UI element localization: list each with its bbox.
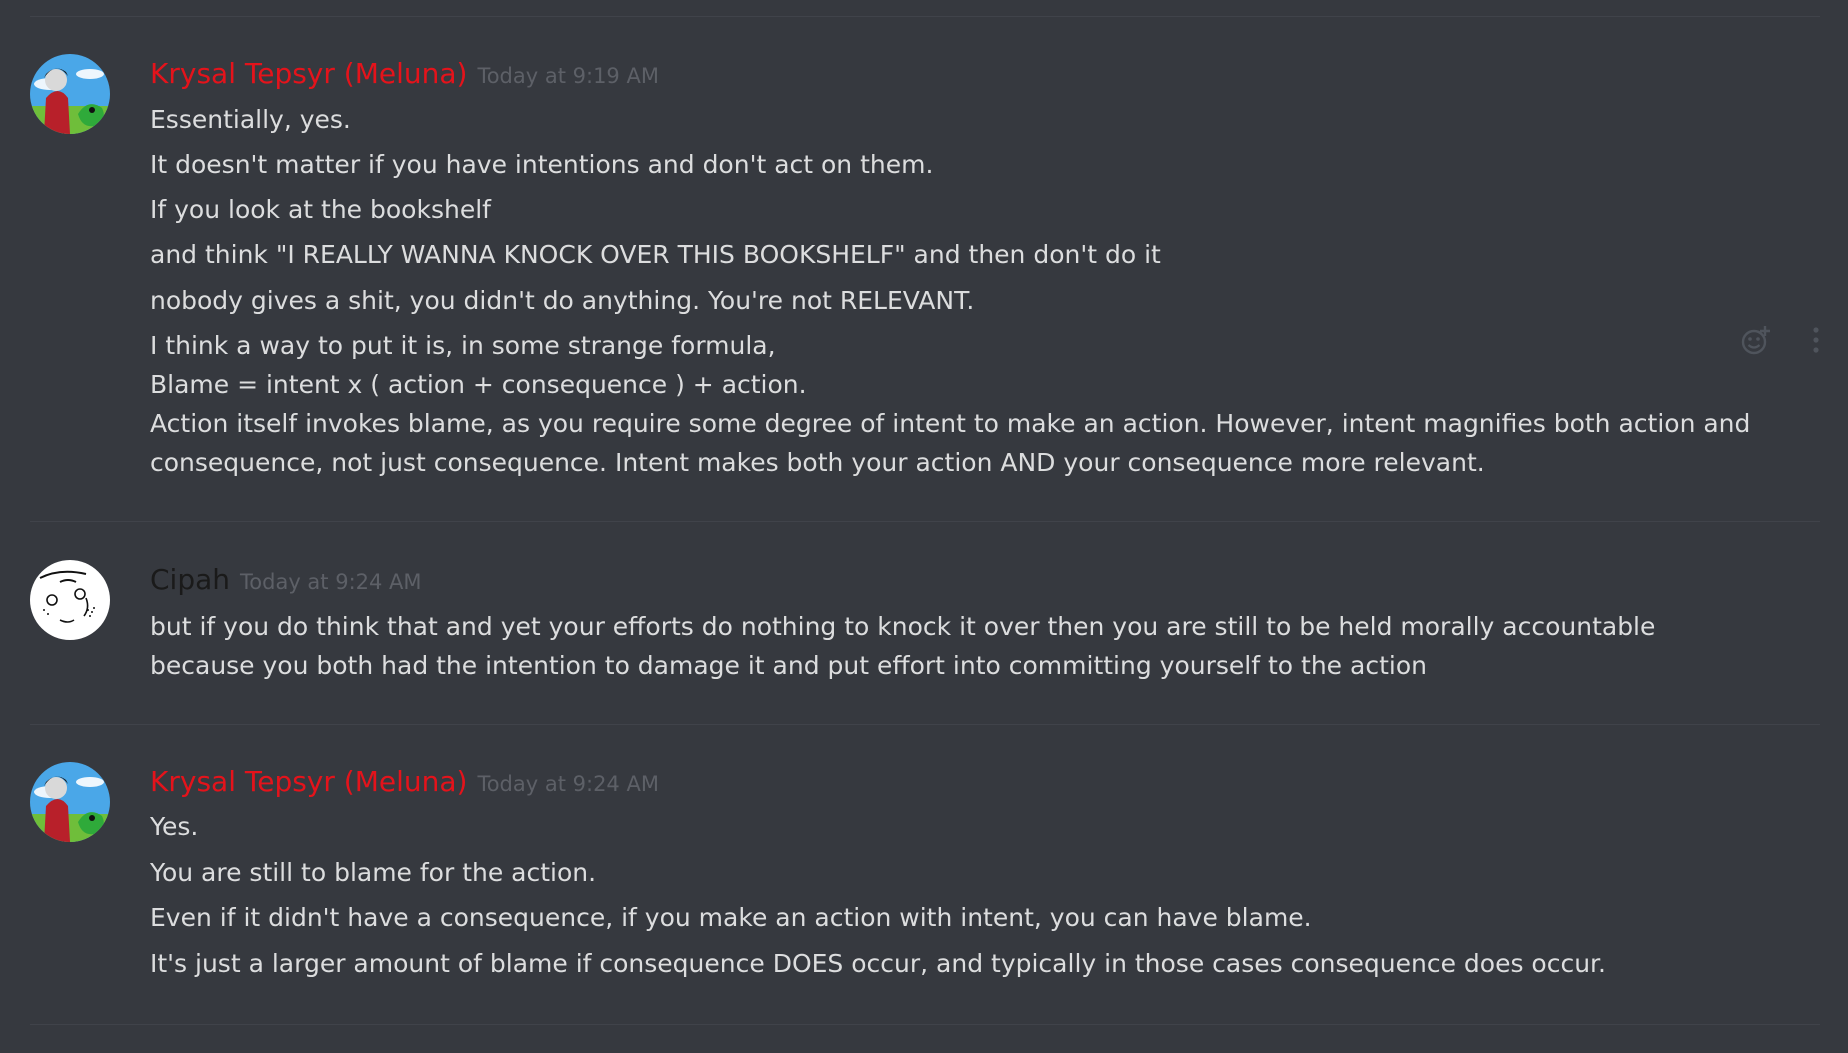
cipah-avatar-image <box>30 560 110 640</box>
meluna-avatar-image <box>30 762 110 842</box>
avatar-cipah[interactable] <box>30 560 110 640</box>
message-line: Essentially, yes. <box>150 105 351 134</box>
username[interactable]: Krysal Tepsyr (Meluna) <box>150 764 467 800</box>
chat-messages: Krysal Tepsyr (Meluna) Today at 9:19 AM … <box>0 0 1848 1053</box>
message-hover-actions <box>1738 322 1848 362</box>
avatar-meluna[interactable] <box>30 762 110 842</box>
timestamp[interactable]: Today at 9:24 AM <box>240 570 422 594</box>
username[interactable]: Krysal Tepsyr (Meluna) <box>150 56 467 92</box>
message-header: Krysal Tepsyr (Meluna) Today at 9:19 AM <box>150 56 659 92</box>
message-line: It's just a larger amount of blame if co… <box>150 949 1606 978</box>
add-reaction-icon[interactable] <box>1738 322 1774 358</box>
timestamp[interactable]: Today at 9:24 AM <box>477 772 659 796</box>
message-divider <box>30 724 1820 725</box>
message-line: If you look at the bookshelf <box>150 195 491 224</box>
bottom-divider <box>30 1024 1820 1025</box>
message-header: Cipah Today at 9:24 AM <box>150 562 422 598</box>
username[interactable]: Cipah <box>150 562 230 598</box>
message-header: Krysal Tepsyr (Meluna) Today at 9:24 AM <box>150 764 659 800</box>
message-line: Action itself invokes blame, as you requ… <box>150 409 1751 477</box>
meluna-avatar-image <box>30 54 110 134</box>
timestamp[interactable]: Today at 9:19 AM <box>477 64 659 88</box>
message-line: Even if it didn't have a consequence, if… <box>150 903 1312 932</box>
message-line: nobody gives a shit, you didn't do anyth… <box>150 286 975 315</box>
message-divider <box>30 521 1820 522</box>
avatar-meluna[interactable] <box>30 54 110 134</box>
message-line: You are still to blame for the action. <box>150 858 597 887</box>
message-line: Yes. <box>150 812 199 841</box>
more-options-icon[interactable] <box>1798 322 1834 358</box>
message-line: Blame = intent x ( action + consequence … <box>150 370 807 399</box>
message-line: I think a way to put it is, in some stra… <box>150 331 776 360</box>
top-divider <box>30 16 1820 17</box>
message-line: It doesn't matter if you have intentions… <box>150 150 934 179</box>
message-line: and think "I REALLY WANNA KNOCK OVER THI… <box>150 240 1161 269</box>
message-line: but if you do think that and yet your ef… <box>150 612 1656 680</box>
